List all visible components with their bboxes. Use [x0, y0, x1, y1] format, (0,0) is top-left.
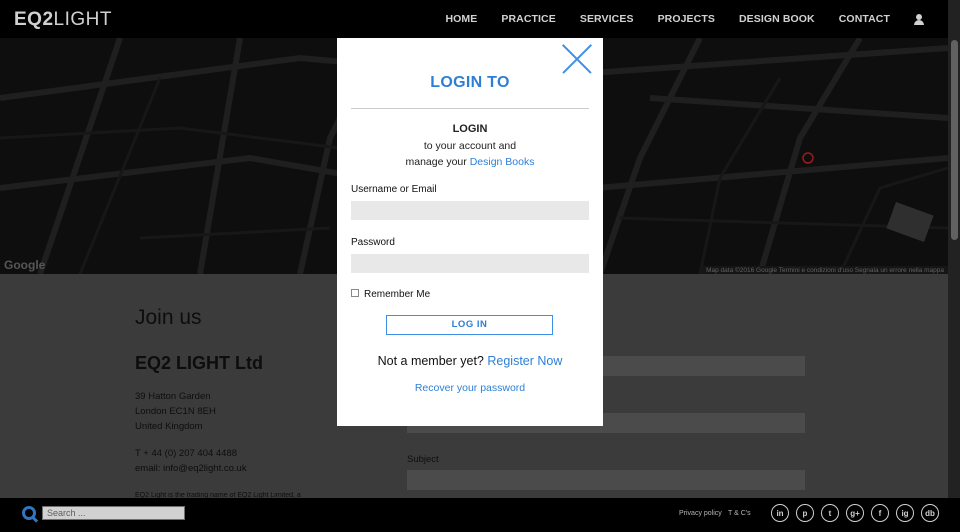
login-modal: LOGIN TO LOGIN to your account and manag…	[337, 38, 603, 426]
login-heading: LOGIN	[452, 123, 488, 135]
password-input[interactable]	[351, 254, 589, 273]
username-input[interactable]	[351, 201, 589, 220]
login-button[interactable]: LOG IN	[386, 315, 553, 335]
recover-password-link[interactable]: Recover your password	[337, 382, 603, 394]
username-label: Username or Email	[351, 184, 437, 195]
modal-title: LOGIN TO	[430, 74, 510, 91]
design-books-link[interactable]: Design Books	[470, 156, 535, 168]
password-label: Password	[351, 237, 395, 248]
modal-divider	[351, 108, 589, 109]
remember-me-label[interactable]: Remember Me	[364, 289, 430, 300]
login-description: to your account and manage your Design B…	[405, 140, 535, 168]
remember-me-checkbox[interactable]	[351, 289, 359, 297]
register-link[interactable]: Register Now	[487, 354, 562, 368]
close-icon[interactable]	[563, 45, 591, 73]
register-prompt: Not a member yet? Register Now	[377, 354, 563, 368]
